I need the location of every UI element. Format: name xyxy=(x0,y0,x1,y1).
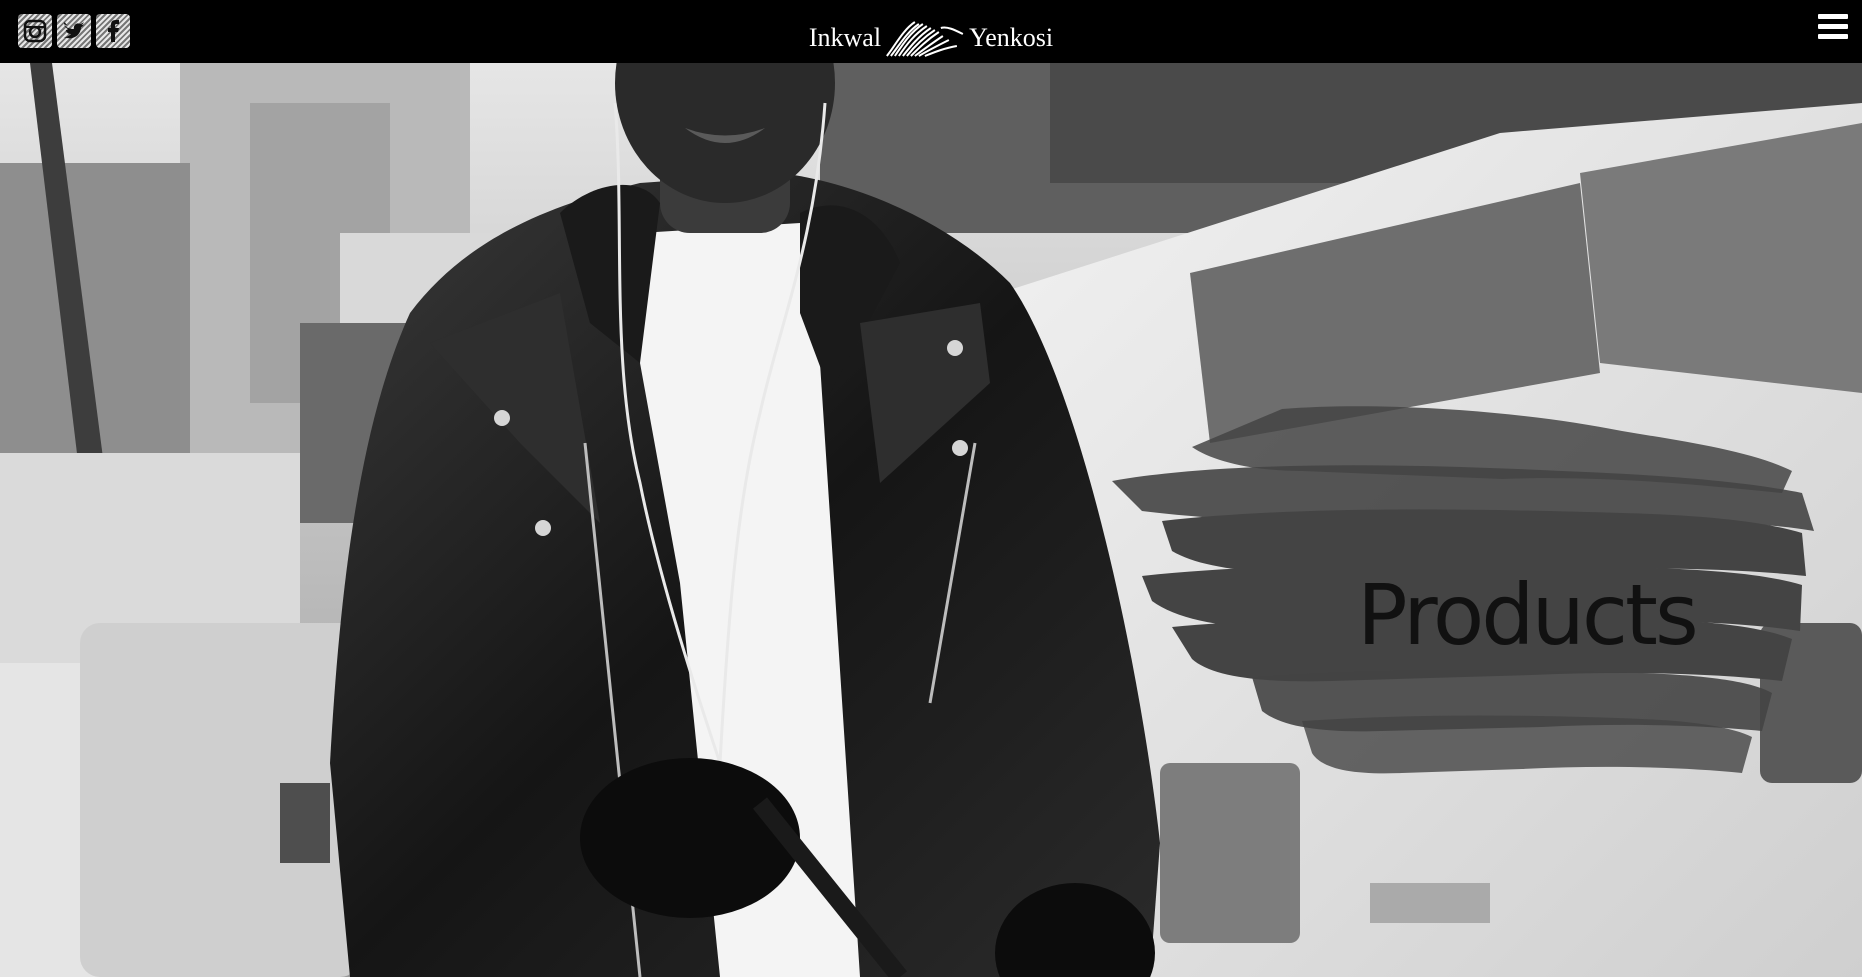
products-label: Products xyxy=(1357,566,1699,664)
top-navigation-bar: Inkwal Yenkosi xyxy=(0,0,1862,63)
scribble-logo-icon xyxy=(886,21,964,57)
twitter-icon[interactable] xyxy=(57,14,91,48)
brand-name-left: Inkwal xyxy=(808,23,882,52)
facebook-icon[interactable] xyxy=(96,14,130,48)
hamburger-menu-icon[interactable] xyxy=(1818,14,1848,44)
instagram-icon[interactable] xyxy=(18,14,52,48)
hero-banner: Products xyxy=(0,63,1862,977)
brand-name-right: Yenkosi xyxy=(969,23,1054,52)
products-link[interactable]: Products xyxy=(1102,401,1822,791)
brand-logo[interactable]: Inkwal Yenkosi xyxy=(809,16,1053,60)
social-links xyxy=(18,14,130,48)
